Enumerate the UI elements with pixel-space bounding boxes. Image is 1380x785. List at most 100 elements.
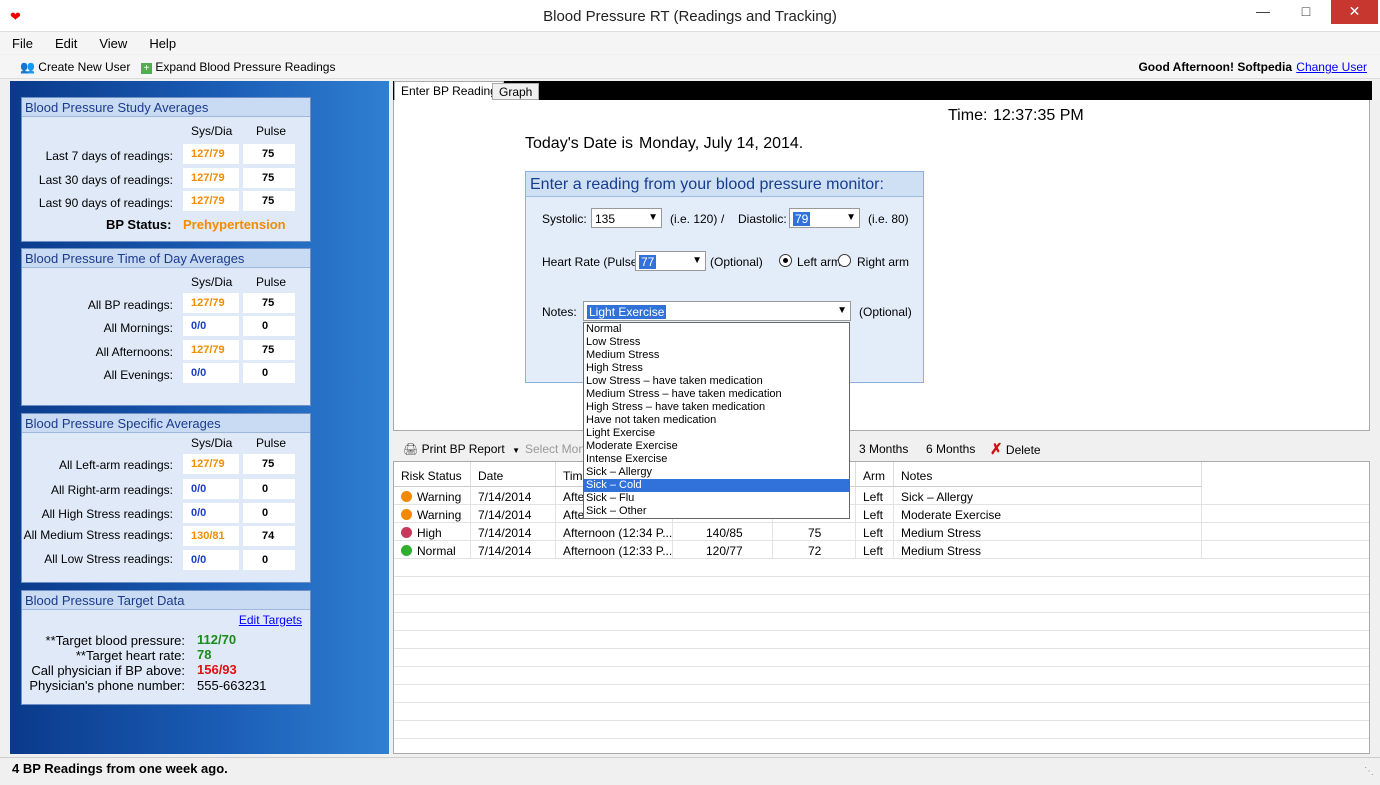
heart-rate-select[interactable]: 77 ▼ (635, 251, 706, 271)
print-report-button[interactable]: 🖨 Print BP Report ▼ (403, 442, 520, 456)
date-cell: 7/14/2014 (471, 541, 556, 559)
minimize-button[interactable]: — (1243, 0, 1283, 24)
status-text: 4 BP Readings from one week ago. (12, 761, 228, 776)
menu-help[interactable]: Help (137, 32, 186, 51)
edit-targets-link[interactable]: Edit Targets (239, 613, 302, 627)
heart-rate-hint: (Optional) (710, 255, 763, 269)
resize-grip-icon[interactable]: ⋱ (1364, 766, 1374, 777)
notes-option[interactable]: Sick – Allergy (584, 466, 849, 479)
select-month-button[interactable]: Select Mon (525, 442, 585, 456)
status-bar: 4 BP Readings from one week ago. ⋱ (0, 757, 1380, 785)
notes-option[interactable]: Have not taken medication (584, 414, 849, 427)
table-row[interactable]: High 7/14/2014 Afternoon (12:34 P... 140… (394, 523, 1369, 541)
notes-option[interactable]: Low Stress – have taken medication (584, 375, 849, 388)
sysdia-value: 127/79 (183, 144, 239, 164)
col-sysdia: Sys/Dia (191, 124, 233, 138)
col-header-arm[interactable]: Arm (856, 462, 894, 487)
readings-toolbar: 🖨 Print BP Report ▼ Select Mon 3 Months … (393, 436, 1372, 460)
bp-status-value: Prehypertension (183, 217, 286, 232)
three-months-button[interactable]: 3 Months (859, 442, 908, 456)
notes-label: Notes: (542, 305, 577, 319)
row-label: All Low Stress readings: (44, 552, 173, 566)
notes-option[interactable]: Medium Stress (584, 349, 849, 362)
col-header-date[interactable]: Date (471, 462, 556, 487)
col-sysdia: Sys/Dia (191, 275, 233, 289)
menu-file[interactable]: File (0, 32, 43, 51)
notes-option[interactable]: Low Stress (584, 336, 849, 349)
right-arm-radio[interactable] (838, 254, 851, 267)
readings-table: Risk Status Date Time Arm Notes Warning … (393, 461, 1370, 754)
systolic-label: Systolic: (542, 212, 587, 226)
risk-status: Warning (417, 508, 462, 522)
col-header-risk-status[interactable]: Risk Status (394, 462, 471, 487)
notes-cell: Moderate Exercise (894, 505, 1202, 523)
notes-option[interactable]: High Stress (584, 362, 849, 375)
pulse-value: 0 (243, 479, 295, 499)
users-icon: 👥 (20, 60, 35, 74)
create-user-button[interactable]: 👥 Create New User (20, 60, 130, 74)
time-cell: Afternoon (12:34 P... (556, 523, 673, 541)
notes-option[interactable]: Sick – Other (584, 505, 849, 518)
tab-enter-bp-reading[interactable]: Enter BP Reading (394, 81, 504, 101)
risk-status: Warning (417, 490, 462, 504)
chevron-down-icon: ▼ (648, 212, 658, 223)
notes-option[interactable]: Medium Stress – have taken medication (584, 388, 849, 401)
systolic-select[interactable]: 135 ▼ (591, 208, 662, 228)
high-status-icon (401, 527, 412, 538)
sysdia-value: 0/0 (183, 503, 239, 523)
tab-graph[interactable]: Graph (492, 83, 540, 100)
call-physician-label: Call physician if BP above: (31, 663, 185, 678)
notes-value: Light Exercise (587, 305, 667, 319)
col-header-notes[interactable]: Notes (894, 462, 1202, 487)
table-row[interactable]: Normal 7/14/2014 Afternoon (12:33 P... 1… (394, 541, 1369, 559)
menu-bar: File Edit View Help (0, 32, 1380, 54)
notes-option[interactable]: Normal (584, 323, 849, 336)
diastolic-select[interactable]: 79 ▼ (789, 208, 860, 228)
menu-view[interactable]: View (87, 32, 137, 51)
notes-select[interactable]: Light Exercise ▼ (583, 301, 851, 321)
notes-option[interactable]: Intense Exercise (584, 453, 849, 466)
chevron-down-icon: ▼ (846, 212, 856, 223)
notes-option[interactable]: Light Exercise (584, 427, 849, 440)
empty-row (394, 631, 1369, 649)
notes-option[interactable]: Moderate Exercise (584, 440, 849, 453)
bp-status-label: BP Status: (106, 217, 172, 232)
table-row[interactable]: Warning 7/14/2014 Afte Left Moderate Exe… (394, 505, 1369, 523)
target-data-title: Blood Pressure Target Data (22, 591, 310, 610)
menu-edit[interactable]: Edit (43, 32, 87, 51)
risk-status: High (417, 526, 442, 540)
table-row[interactable]: Warning 7/14/2014 Afte Left Sick – Aller… (394, 487, 1369, 505)
pulse-value: 75 (243, 340, 295, 360)
pulse-value: 75 (243, 454, 295, 474)
date-cell: 7/14/2014 (471, 487, 556, 505)
time-of-day-group: Blood Pressure Time of Day Averages Sys/… (21, 248, 311, 406)
systolic-hint: (i.e. 120) (670, 212, 718, 226)
arm-cell: Left (856, 487, 894, 505)
six-months-button[interactable]: 6 Months (926, 442, 975, 456)
physician-phone-value: 555-663231 (197, 678, 267, 693)
specific-averages-group: Blood Pressure Specific Averages Sys/Dia… (21, 413, 311, 583)
pulse-value: 0 (243, 550, 295, 570)
toolbar: 👥 Create New User + Expand Blood Pressur… (0, 55, 1380, 79)
notes-option[interactable]: High Stress – have taken medication (584, 401, 849, 414)
expand-readings-button[interactable]: + Expand Blood Pressure Readings (141, 60, 335, 74)
empty-row (394, 667, 1369, 685)
notes-option-highlighted[interactable]: Sick – Cold (584, 479, 849, 492)
target-hr-value: 78 (197, 647, 212, 662)
tab-strip: Enter BP Reading Graph (393, 81, 1372, 101)
pulse-value: 75 (243, 144, 295, 164)
pulse-value: 0 (243, 363, 295, 383)
close-button[interactable]: ✕ (1331, 0, 1378, 24)
left-arm-radio[interactable] (779, 254, 792, 267)
sysdia-value: 0/0 (183, 479, 239, 499)
expand-label: Expand Blood Pressure Readings (155, 60, 336, 74)
sysdia-value: 127/79 (183, 191, 239, 211)
change-user-link[interactable]: Change User (1296, 60, 1367, 74)
row-label: Last 7 days of readings: (45, 149, 173, 163)
notes-option[interactable]: Sick – Flu (584, 492, 849, 505)
maximize-button[interactable]: □ (1286, 0, 1326, 24)
empty-row (394, 703, 1369, 721)
pulse-value: 75 (243, 293, 295, 313)
delete-button[interactable]: ✗ Delete (990, 440, 1041, 458)
chevron-down-icon: ▼ (512, 446, 520, 455)
